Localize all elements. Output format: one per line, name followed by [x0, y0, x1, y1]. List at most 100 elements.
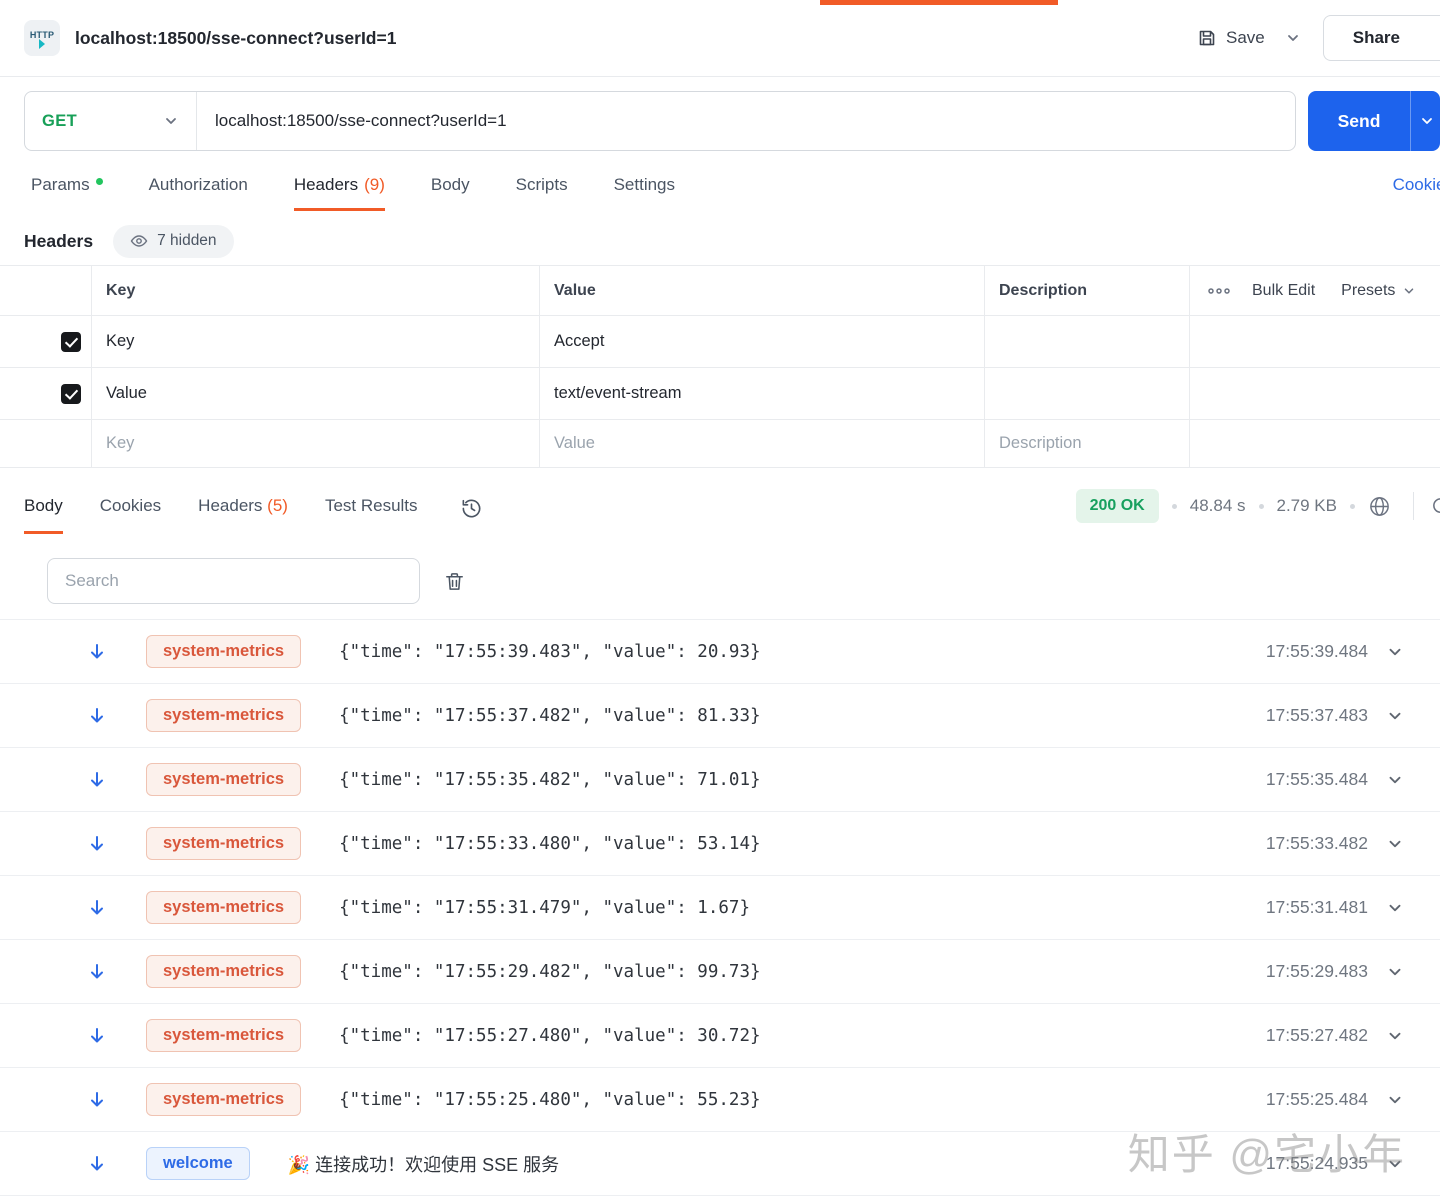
- row-key-cell[interactable]: Key: [92, 316, 540, 367]
- cookies-link[interactable]: Cookies: [1393, 175, 1440, 211]
- column-header-key: Key: [92, 266, 540, 315]
- bulk-edit-button[interactable]: Bulk Edit: [1252, 282, 1315, 300]
- chevron-down-icon[interactable]: [1386, 1027, 1404, 1045]
- column-header-description: Description: [985, 266, 1190, 315]
- table-row-placeholder[interactable]: Key Value Description: [0, 420, 1440, 468]
- row-checkbox-cell: [0, 316, 92, 367]
- send-label: Send: [1337, 110, 1381, 131]
- event-row[interactable]: system-metrics {"time": "17:55:39.483", …: [0, 620, 1440, 684]
- tab-body[interactable]: Body: [431, 175, 470, 211]
- event-direction-down-icon: [87, 898, 107, 918]
- url-box: GET: [24, 91, 1296, 151]
- event-direction-down-icon: [87, 770, 107, 790]
- search-response-icon[interactable]: [1430, 495, 1440, 518]
- url-input[interactable]: [215, 111, 1295, 131]
- event-type-badge: system-metrics: [146, 1019, 302, 1052]
- event-message: {"time": "17:55:31.479", "value": 1.67}: [339, 897, 750, 918]
- send-dropdown-chevron-icon[interactable]: [1419, 113, 1435, 129]
- search-input[interactable]: [47, 558, 420, 604]
- presets-label: Presets: [1341, 281, 1396, 299]
- chevron-down-icon[interactable]: [1386, 707, 1404, 725]
- table-row[interactable]: Key Accept: [0, 316, 1440, 368]
- eye-icon: [130, 232, 148, 250]
- meta-separator-dot: [1258, 503, 1264, 509]
- event-row[interactable]: system-metrics {"time": "17:55:33.480", …: [0, 812, 1440, 876]
- description-input-cell[interactable]: Description: [985, 420, 1190, 467]
- method-select[interactable]: GET: [25, 92, 196, 150]
- event-row[interactable]: system-metrics {"time": "17:55:25.480", …: [0, 1068, 1440, 1132]
- more-options-icon[interactable]: [1206, 286, 1232, 296]
- response-tabs: Body Cookies Headers (5) Test Results: [24, 496, 418, 534]
- event-row[interactable]: system-metrics {"time": "17:55:37.482", …: [0, 684, 1440, 748]
- meta-separator-dot: [1171, 503, 1177, 509]
- event-type-badge: system-metrics: [146, 955, 302, 988]
- chevron-down-icon[interactable]: [1386, 835, 1404, 853]
- http-method-icon: HTTP: [24, 20, 60, 56]
- row-value-cell[interactable]: text/event-stream: [540, 368, 985, 419]
- event-message: {"time": "17:55:35.482", "value": 71.01}: [339, 769, 761, 790]
- row-description-cell[interactable]: [985, 316, 1190, 367]
- select-all-cell: [0, 266, 92, 315]
- save-button[interactable]: Save: [1197, 28, 1265, 48]
- row-checkbox[interactable]: [61, 331, 81, 352]
- event-timestamp: 17:55:24.935: [1265, 1153, 1368, 1173]
- row-checkbox[interactable]: [61, 383, 81, 404]
- event-type-badge: system-metrics: [146, 699, 302, 732]
- event-row[interactable]: system-metrics {"time": "17:55:27.480", …: [0, 1004, 1440, 1068]
- response-bar: Body Cookies Headers (5) Test Results 200 O…: [0, 468, 1440, 534]
- response-tab-headers[interactable]: Headers (5): [198, 496, 288, 534]
- request-tabs: Params Authorization Headers (9) Body Scripts…: [0, 151, 1440, 211]
- globe-icon[interactable]: [1368, 495, 1391, 518]
- event-list: system-metrics {"time": "17:55:39.483", …: [0, 619, 1440, 1196]
- event-row[interactable]: system-metrics {"time": "17:55:35.482", …: [0, 748, 1440, 812]
- tab-params[interactable]: Params: [31, 175, 103, 211]
- chevron-down-icon[interactable]: [1386, 1091, 1404, 1109]
- share-label: Share: [1352, 28, 1400, 47]
- tab-settings[interactable]: Settings: [614, 175, 675, 211]
- url-divider: [196, 92, 197, 150]
- response-tab-cookies[interactable]: Cookies: [100, 496, 161, 534]
- meta-divider: [1413, 492, 1414, 520]
- event-timestamp: 17:55:27.482: [1265, 1025, 1368, 1045]
- row-actions-cell: [1190, 316, 1440, 367]
- event-direction-down-icon: [87, 834, 107, 854]
- trash-icon[interactable]: [443, 570, 466, 593]
- table-row[interactable]: Value text/event-stream: [0, 368, 1440, 420]
- chevron-down-icon[interactable]: [1386, 963, 1404, 981]
- chevron-down-icon[interactable]: [1386, 899, 1404, 917]
- chevron-down-icon[interactable]: [1386, 1155, 1404, 1173]
- headers-section-header: Headers 7 hidden: [24, 223, 1440, 259]
- response-tab-body[interactable]: Body: [24, 496, 63, 534]
- save-dropdown-chevron-icon[interactable]: [1285, 30, 1301, 46]
- row-value-cell[interactable]: Accept: [540, 316, 985, 367]
- hidden-headers-badge[interactable]: 7 hidden: [113, 224, 234, 258]
- response-tab-test-results[interactable]: Test Results: [325, 496, 418, 534]
- chevron-down-icon[interactable]: [1386, 771, 1404, 789]
- event-row[interactable]: welcome 🎉 连接成功！欢迎使用 SSE 服务 17:55:24.935: [0, 1132, 1440, 1196]
- event-type-badge: system-metrics: [146, 891, 302, 924]
- tab-scripts[interactable]: Scripts: [516, 175, 568, 211]
- event-type-badge: system-metrics: [146, 827, 302, 860]
- headers-table: Key Value Description Bulk Edit Presets …: [0, 265, 1440, 468]
- value-input-cell[interactable]: Value: [540, 420, 985, 467]
- tab-authorization[interactable]: Authorization: [149, 175, 248, 211]
- share-button[interactable]: Share: [1322, 15, 1440, 61]
- event-message: {"time": "17:55:39.483", "value": 20.93}: [339, 641, 761, 662]
- event-message: {"time": "17:55:27.480", "value": 30.72}: [339, 1025, 761, 1046]
- row-checkbox-cell: [0, 368, 92, 419]
- key-input-cell[interactable]: Key: [92, 420, 540, 467]
- chevron-down-icon[interactable]: [1386, 643, 1404, 661]
- presets-button[interactable]: Presets: [1341, 282, 1416, 300]
- send-button[interactable]: Send: [1308, 91, 1440, 151]
- event-direction-down-icon: [87, 1026, 107, 1046]
- status-badge: 200 OK: [1075, 489, 1159, 523]
- event-timestamp: 17:55:25.484: [1265, 1089, 1368, 1109]
- row-description-cell[interactable]: [985, 368, 1190, 419]
- event-row[interactable]: system-metrics {"time": "17:55:31.479", …: [0, 876, 1440, 940]
- history-icon[interactable]: [460, 497, 483, 534]
- tab-headers[interactable]: Headers (9): [293, 175, 385, 211]
- row-key-cell[interactable]: Value: [92, 368, 540, 419]
- event-timestamp: 17:55:33.482: [1265, 833, 1368, 853]
- event-row[interactable]: system-metrics {"time": "17:55:29.482", …: [0, 940, 1440, 1004]
- request-bar: GET Send: [24, 91, 1440, 151]
